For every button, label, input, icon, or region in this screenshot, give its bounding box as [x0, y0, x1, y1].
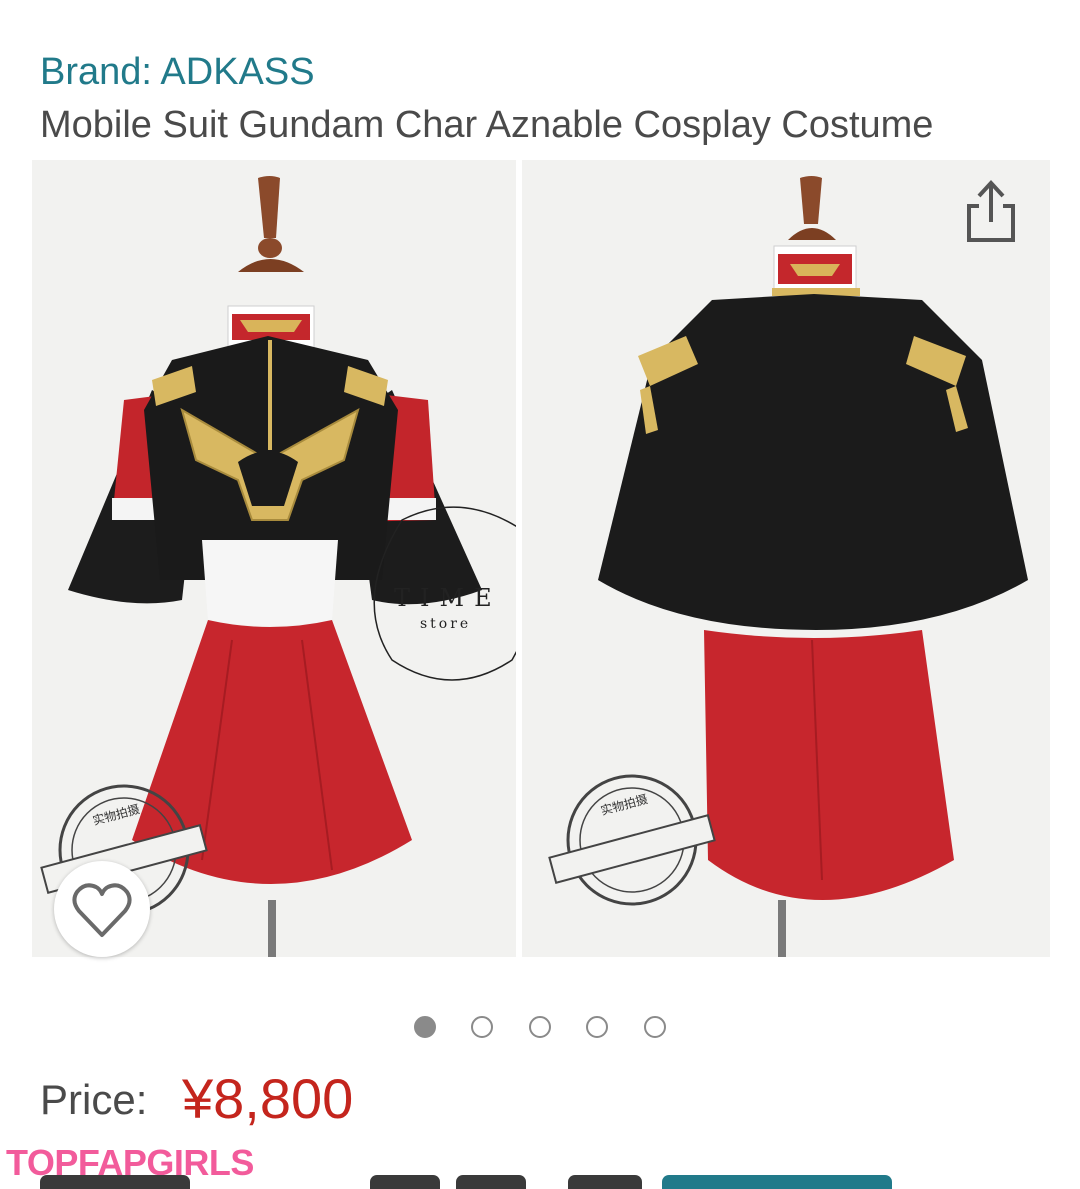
pagination-dot-3[interactable]: [529, 1016, 551, 1038]
brand-link[interactable]: Brand: ADKASS: [40, 50, 315, 94]
pagination-dot-4[interactable]: [586, 1016, 608, 1038]
wishlist-button[interactable]: [54, 861, 150, 957]
share-icon[interactable]: [963, 178, 1019, 244]
image-pagination: [410, 1016, 680, 1044]
pagination-dot-1[interactable]: [414, 1016, 436, 1038]
price-value: ¥8,800: [182, 1067, 354, 1130]
store-watermark-subtext: store: [420, 616, 472, 632]
pagination-dot-2[interactable]: [471, 1016, 493, 1038]
product-title: Mobile Suit Gundam Char Aznable Cosplay …: [40, 104, 934, 146]
price-label: Price:: [40, 1076, 148, 1123]
product-photo-back: 实物拍摄: [522, 160, 1050, 957]
image-gallery[interactable]: TIME store 实物拍摄 实物拍摄: [32, 160, 1050, 957]
store-watermark-text: TIME: [394, 584, 502, 612]
product-photo-front: TIME store 实物拍摄: [32, 160, 516, 957]
heart-icon: [72, 883, 132, 937]
pagination-dot-5[interactable]: [644, 1016, 666, 1038]
